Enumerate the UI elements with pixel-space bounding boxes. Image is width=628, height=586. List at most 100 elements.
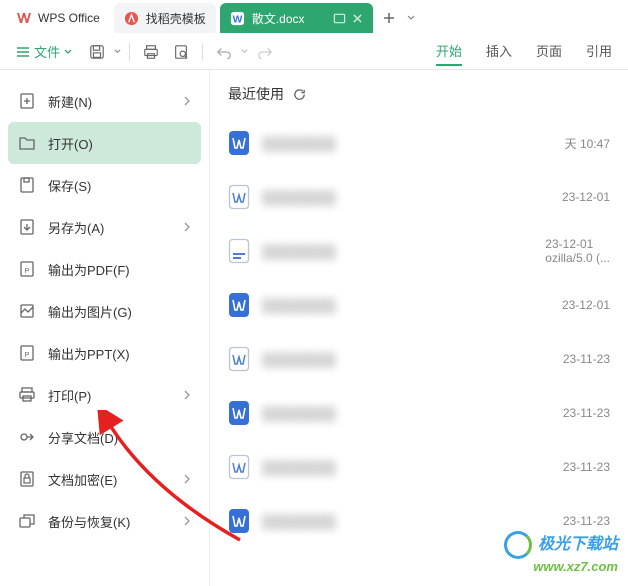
file-type-icon: [228, 130, 250, 156]
tab-template[interactable]: 找稻壳模板: [114, 3, 216, 33]
menu-label: 分享文档(D): [48, 428, 118, 447]
file-menu-sidebar: 新建(N) 打开(O) 保存(S) 另存为(A) P输出为PDF(F) 输出为图片(G) P…: [0, 70, 210, 586]
menu-item-1[interactable]: 打开(O): [8, 122, 201, 164]
ribbon-tab-insert[interactable]: 插入: [486, 37, 512, 66]
menu-icon-4: P: [18, 260, 36, 278]
file-name: ████████: [262, 514, 551, 529]
word-doc-icon: W: [230, 10, 246, 26]
recent-file-row[interactable]: ████████23-11-23: [228, 494, 610, 548]
menu-label: 备份与恢复(K): [48, 512, 130, 531]
svg-text:W: W: [233, 14, 243, 25]
refresh-icon[interactable]: [292, 87, 307, 102]
recent-file-row[interactable]: ████████ 23-11-23: [228, 386, 610, 440]
chevron-right-icon: [183, 96, 191, 106]
file-type-icon: [228, 400, 250, 426]
ribbon-tab-cite[interactable]: 引用: [586, 37, 612, 66]
undo-dropdown-icon[interactable]: [241, 48, 248, 55]
menu-label: 输出为图片(G): [48, 302, 132, 321]
recent-file-row[interactable]: ████████ 23-12-01: [228, 278, 610, 332]
menu-item-7[interactable]: 打印(P): [8, 374, 201, 416]
wps-logo-icon: [16, 10, 32, 26]
svg-text:P: P: [25, 352, 30, 359]
file-name: ████████: [262, 244, 533, 259]
menu-icon-8: [18, 428, 36, 446]
menu-label: 打印(P): [48, 386, 91, 405]
redo-button[interactable]: [252, 39, 278, 65]
menu-label: 打开(O): [48, 134, 93, 153]
file-date: 23-11-23: [563, 460, 610, 474]
file-type-icon: [228, 454, 250, 480]
menu-item-5[interactable]: 输出为图片(G): [8, 290, 201, 332]
recent-file-row[interactable]: ████████ 23-12-01: [228, 170, 610, 224]
tab-bar: WPS Office 找稻壳模板 W 散文.docx: [0, 0, 628, 34]
menu-item-3[interactable]: 另存为(A): [8, 206, 201, 248]
file-type-icon: [228, 184, 250, 210]
file-date: 天 10:47: [565, 135, 610, 152]
menu-icon-1: [18, 134, 36, 152]
menu-item-4[interactable]: P输出为PDF(F): [8, 248, 201, 290]
file-name: ████████: [262, 190, 550, 205]
menu-icon-5: [18, 302, 36, 320]
menu-label: 文档加密(E): [48, 470, 117, 489]
add-tab-dropdown-icon[interactable]: [407, 14, 415, 22]
save-button[interactable]: [84, 39, 110, 65]
ribbon-tab-start[interactable]: 开始: [436, 37, 462, 66]
menu-item-10[interactable]: 备份与恢复(K): [8, 500, 201, 542]
menu-icon-9: [18, 470, 36, 488]
menu-icon-3: [18, 218, 36, 236]
file-date: 23-11-23: [563, 406, 610, 420]
tab-app[interactable]: WPS Office: [6, 3, 110, 33]
file-type-icon: [228, 508, 250, 534]
separator: [129, 43, 130, 61]
chevron-right-icon: [183, 222, 191, 232]
menu-item-2[interactable]: 保存(S): [8, 164, 201, 206]
menu-item-6[interactable]: P 输出为PPT(X): [8, 332, 201, 374]
save-dropdown-icon[interactable]: [114, 48, 121, 55]
main-panel: 新建(N) 打开(O) 保存(S) 另存为(A) P输出为PDF(F) 输出为图片(G) P…: [0, 70, 628, 586]
recent-file-row[interactable]: ████████ 23-11-23: [228, 332, 610, 386]
file-name: ████████: [262, 136, 553, 151]
file-name: ████████: [262, 298, 550, 313]
menu-label: 新建(N): [48, 92, 92, 111]
file-type-icon: [228, 238, 250, 264]
file-menu-button[interactable]: 文件: [8, 38, 80, 65]
hamburger-icon: [16, 46, 30, 58]
chevron-right-icon: [183, 390, 191, 400]
menu-icon-6: P: [18, 344, 36, 362]
file-type-icon: [228, 292, 250, 318]
preview-button[interactable]: [168, 39, 194, 65]
file-date: 23-12-01: [562, 298, 610, 312]
recent-file-row[interactable]: ████████23-11-23: [228, 440, 610, 494]
undo-button[interactable]: [211, 39, 237, 65]
menu-item-0[interactable]: 新建(N): [8, 80, 201, 122]
menu-label: 保存(S): [48, 176, 91, 195]
tab-document[interactable]: W 散文.docx: [220, 3, 373, 33]
tab-template-label: 找稻壳模板: [146, 10, 206, 27]
svg-text:P: P: [25, 268, 30, 275]
file-name: ████████: [262, 406, 551, 421]
file-date: 23-12-01: [562, 190, 610, 204]
ribbon-tab-page[interactable]: 页面: [536, 37, 562, 66]
tab-app-label: WPS Office: [38, 11, 100, 25]
file-menu-label: 文件: [34, 42, 60, 61]
menu-item-9[interactable]: 文档加密(E): [8, 458, 201, 500]
recent-header: 最近使用: [228, 84, 610, 104]
recent-file-row[interactable]: ████████ 天 10:47: [228, 116, 610, 170]
add-tab-button[interactable]: [377, 6, 401, 30]
template-icon: [124, 10, 140, 26]
window-icon[interactable]: [333, 12, 346, 25]
recent-files-panel: 最近使用 ████████天 10:47████████23-12-01████…: [210, 70, 628, 586]
close-icon[interactable]: [352, 13, 363, 24]
menu-label: 输出为PPT(X): [48, 344, 130, 363]
file-name: ████████: [262, 352, 551, 367]
file-date: 23-12-01ozilla/5.0 (...: [545, 237, 610, 265]
tab-document-label: 散文.docx: [252, 10, 305, 27]
separator: [202, 43, 203, 61]
menu-label: 另存为(A): [48, 218, 104, 237]
menu-item-8[interactable]: 分享文档(D): [8, 416, 201, 458]
menu-icon-0: [18, 92, 36, 110]
chevron-right-icon: [183, 474, 191, 484]
print-button[interactable]: [138, 39, 164, 65]
recent-file-row[interactable]: ████████ 23-12-01ozilla/5.0 (...: [228, 224, 610, 278]
file-date: 23-11-23: [563, 352, 610, 366]
